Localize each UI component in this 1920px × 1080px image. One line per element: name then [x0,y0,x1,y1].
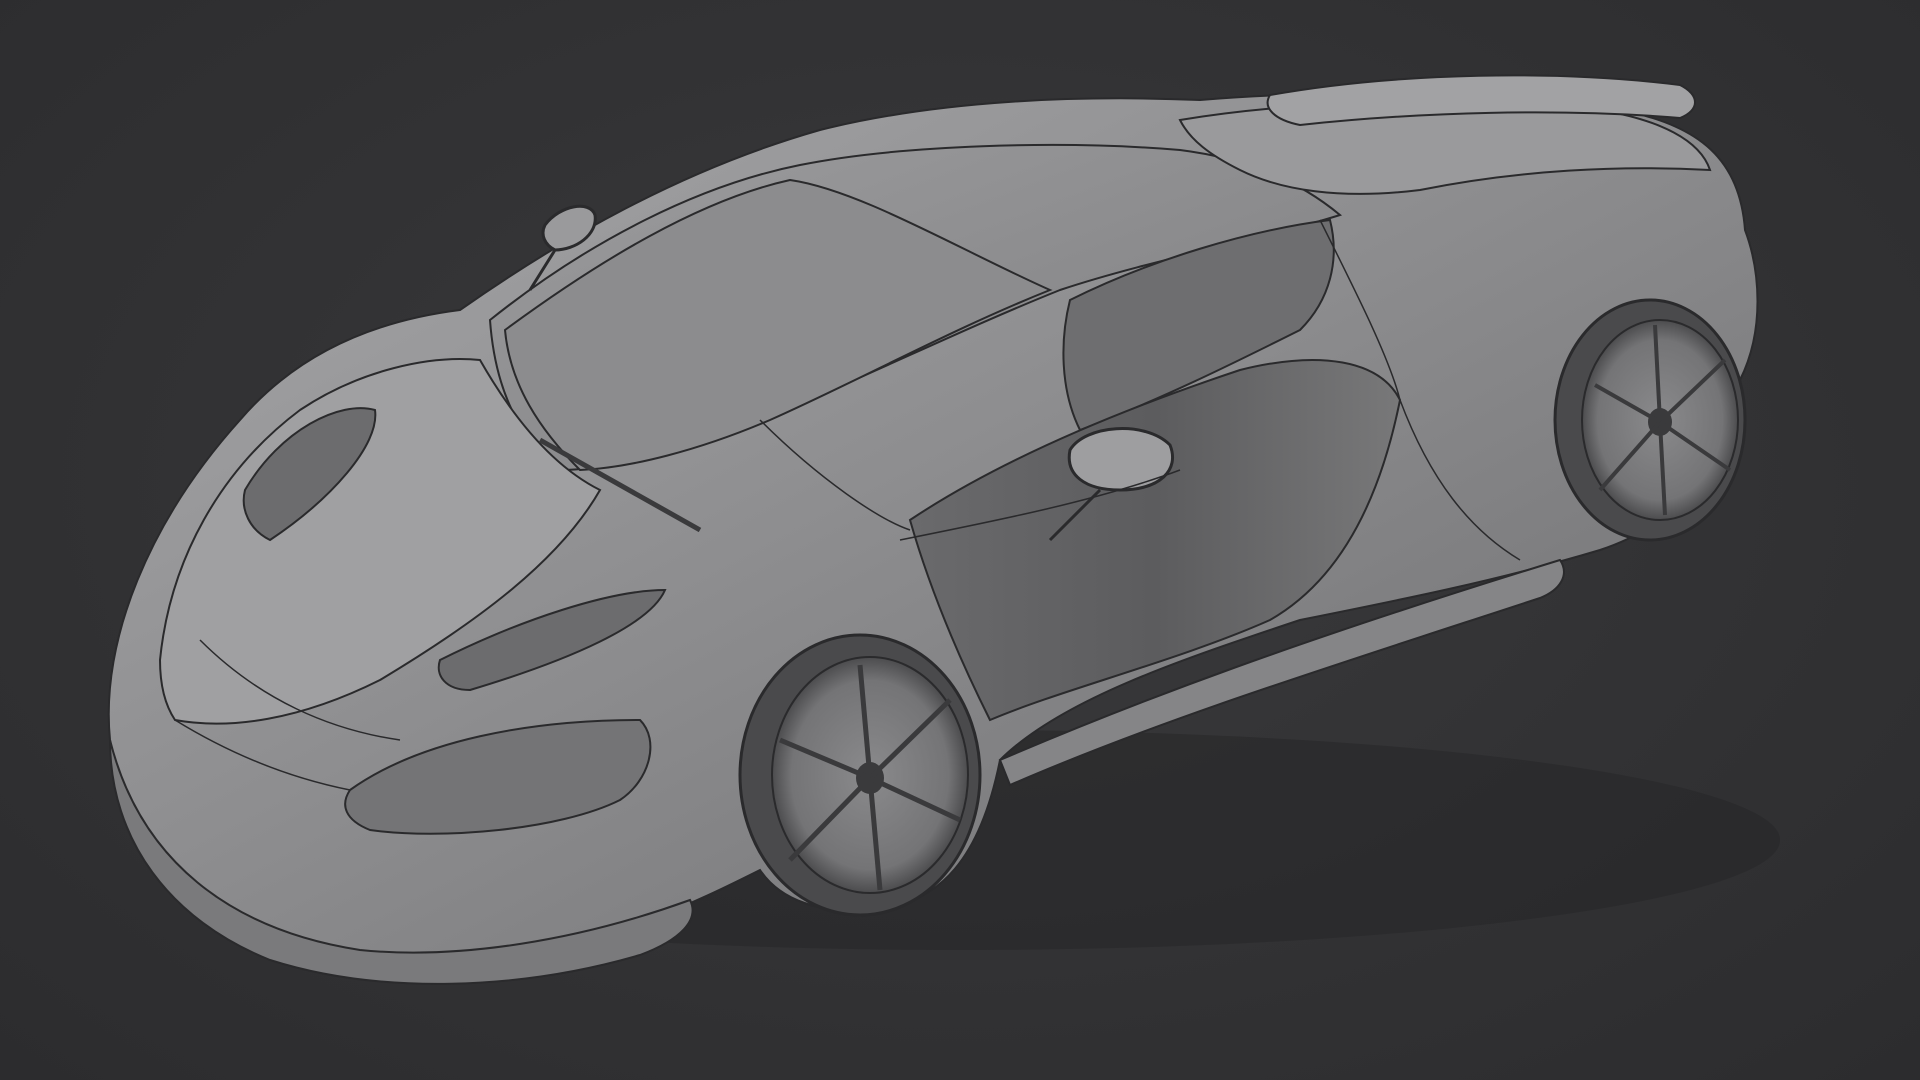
car-model-render[interactable] [0,0,1920,1080]
3d-viewport[interactable] [0,0,1920,1080]
rear-wheel [1553,298,1747,542]
front-wheel [738,633,982,917]
